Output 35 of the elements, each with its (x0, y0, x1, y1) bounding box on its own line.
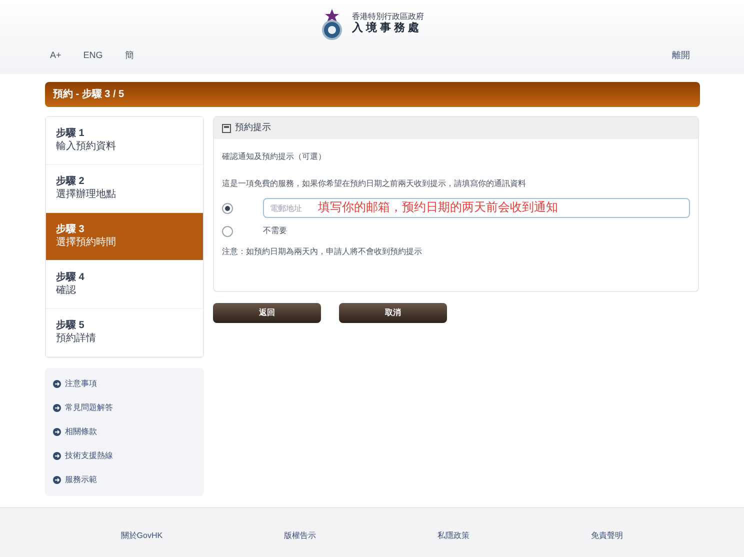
nav-link[interactable]: ENG (83, 49, 103, 62)
arrow-circle-icon (53, 428, 61, 436)
description-text: 這是一項免費的服務，如果你希望在預約日期之前兩天收到提示，請填寫你的通訊資料 (222, 178, 527, 190)
step-item[interactable]: 步驟 1 輸入預約資料 (46, 117, 203, 165)
panel-subtitle: 確認通知及預約提示（可選） (222, 151, 327, 163)
title-bar: 預約 - 步驟 3 / 5 (45, 82, 700, 107)
info-link[interactable]: 技術支援熱線 (65, 450, 113, 462)
emblem-icon (320, 8, 344, 40)
department-name: 入 境 事 務 處 (352, 22, 420, 36)
info-link[interactable]: 相關條款 (65, 426, 97, 438)
exit-link[interactable]: 離開 (672, 49, 690, 62)
arrow-circle-icon (53, 380, 61, 388)
footer-link[interactable]: 私隱政策 (438, 530, 470, 542)
action-button[interactable]: 取消 (339, 303, 447, 323)
org-name: 香港特別行政區政府 (352, 12, 424, 22)
option-label: 不需要 (263, 225, 287, 237)
footer-link[interactable]: 版權告示 (284, 530, 316, 542)
arrow-circle-icon (53, 404, 61, 412)
footer-link[interactable]: 免責聲明 (591, 530, 624, 542)
arrow-circle-icon (53, 476, 61, 484)
panel-icon (222, 124, 231, 132)
info-link[interactable]: 注意事項 (65, 378, 97, 390)
panel-title: 預約提示 (235, 121, 271, 134)
step-item[interactable]: 步驟 3 選擇預約時間 (46, 213, 203, 261)
footer-link[interactable]: 關於GovHK (120, 530, 163, 542)
radio-button[interactable] (222, 202, 233, 214)
info-link[interactable]: 服務示範 (65, 474, 97, 486)
arrow-circle-icon (53, 452, 61, 460)
action-button[interactable]: 返回 (213, 303, 321, 323)
annotation-text: 填写你的邮箱，预约日期的两天前会收到通知 (318, 201, 558, 213)
radio-button[interactable] (222, 226, 233, 236)
nav-link[interactable]: 簡 (124, 49, 134, 62)
note-text: 注意：如預約日期為兩天內，申請人將不會收到預約提示 (222, 246, 423, 258)
nav-link[interactable]: A+ (50, 49, 62, 62)
info-link[interactable]: 常見問題解答 (65, 402, 113, 414)
